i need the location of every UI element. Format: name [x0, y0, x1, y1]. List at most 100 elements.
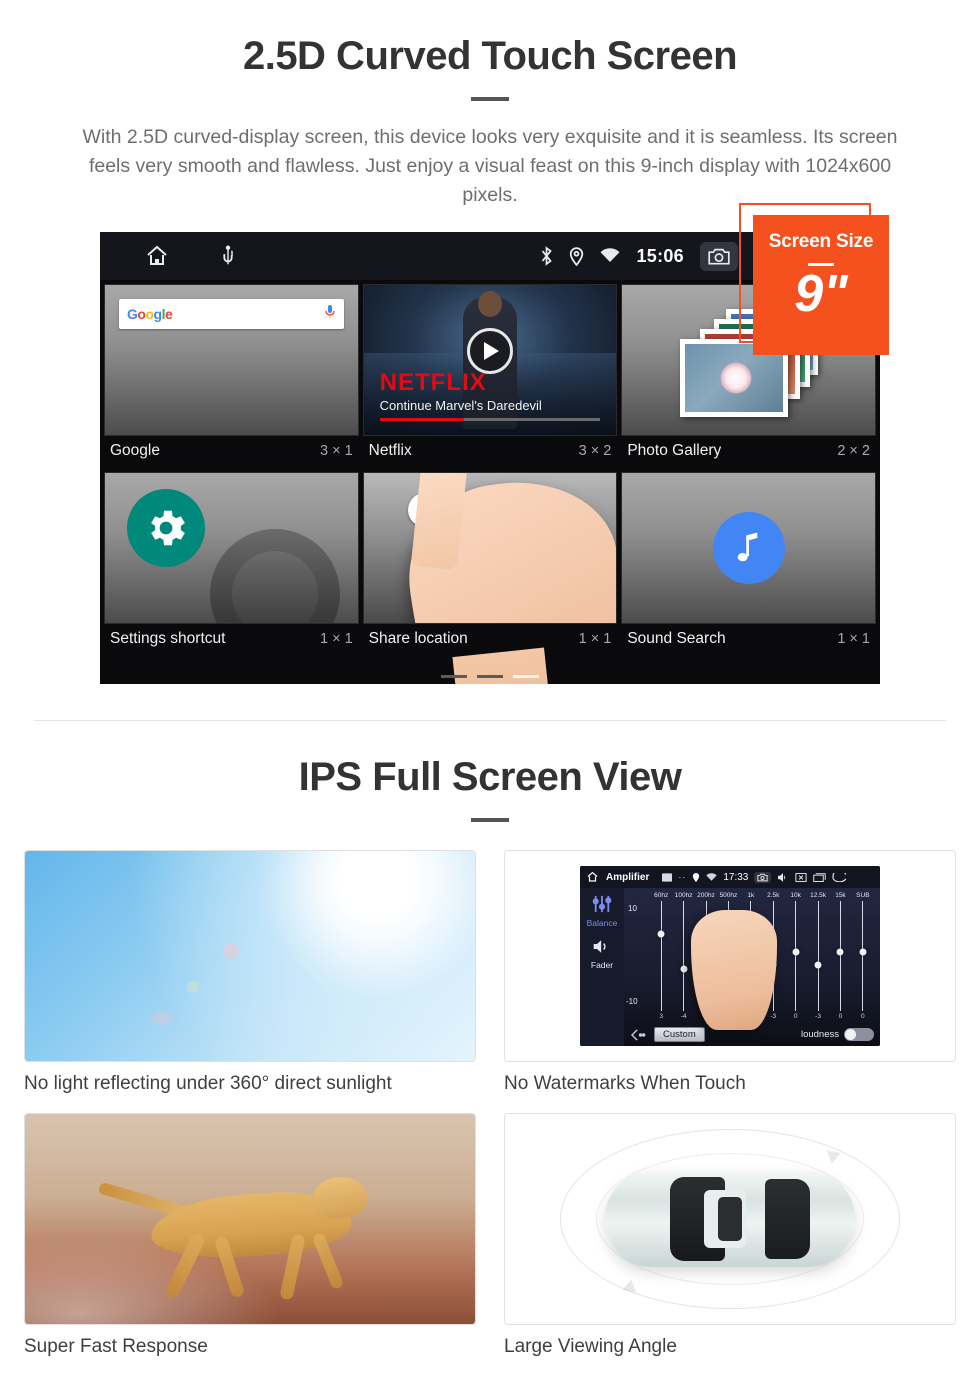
- wifi-icon: [706, 872, 718, 881]
- speaker-icon[interactable]: [592, 938, 612, 955]
- loudness-toggle[interactable]: [844, 1028, 874, 1041]
- settings-shortcut-widget[interactable]: [104, 472, 359, 624]
- card-caption: Super Fast Response: [24, 1336, 208, 1357]
- sidebar-label-fader: Fader: [590, 960, 614, 970]
- feature-card-fast-response: Super Fast Response: [24, 1113, 476, 1358]
- rear-window: [765, 1178, 810, 1260]
- band-slider-knob[interactable]: [836, 948, 844, 956]
- band-slider[interactable]: [814, 901, 822, 1011]
- ips-full-screen-view-section: IPS Full Screen View No light reflecting…: [0, 721, 980, 1358]
- band-label: 60hz: [654, 892, 669, 899]
- usb-icon: [220, 245, 236, 267]
- google-search-widget[interactable]: Google: [104, 284, 359, 436]
- gear-icon[interactable]: [127, 489, 205, 567]
- widget-name: Sound Search: [627, 630, 726, 647]
- amplifier-status-bar: Amplifier ·· 17:33: [580, 866, 880, 888]
- camera-icon[interactable]: [700, 241, 738, 271]
- widget-size: 1 × 1: [837, 631, 870, 647]
- widget-caption: Photo Gallery 2 × 2: [621, 436, 876, 468]
- widget-size: 2 × 2: [837, 443, 870, 459]
- title-underline: [471, 97, 509, 101]
- band-slider[interactable]: [680, 901, 688, 1011]
- section-two-title: IPS Full Screen View: [298, 755, 682, 799]
- share-location-widget[interactable]: G: [362, 472, 618, 624]
- band-slider[interactable]: [859, 901, 867, 1011]
- hand-illustration: [690, 910, 777, 1031]
- widget-name: Netflix: [368, 442, 412, 459]
- sunroof: [718, 1197, 742, 1241]
- image-icon: [662, 872, 673, 882]
- search-input[interactable]: Google: [119, 299, 344, 329]
- band-slider-knob[interactable]: [859, 948, 867, 956]
- status-bar-clock: 15:06: [636, 245, 684, 266]
- band-label: 12.5k: [810, 892, 826, 899]
- band-value: -4: [680, 1013, 687, 1020]
- equalizer-sliders-icon[interactable]: [591, 895, 613, 913]
- page-title: 2.5D Curved Touch Screen: [242, 34, 738, 78]
- band-label: 200hz: [697, 892, 715, 899]
- widget-caption: Settings shortcut 1 × 1: [104, 624, 359, 656]
- index-finger: [410, 473, 470, 571]
- widget-caption: Share location 1 × 1: [363, 624, 618, 656]
- music-note-icon[interactable]: [712, 512, 785, 584]
- page-dot-2[interactable]: [477, 675, 503, 678]
- band-slider-knob[interactable]: [657, 930, 665, 938]
- band-slider[interactable]: [836, 901, 844, 1011]
- equalizer-band[interactable]: SUB 0: [852, 892, 874, 1020]
- loudness-label: loudness: [800, 1029, 839, 1040]
- equalizer-band[interactable]: 10k 0: [784, 892, 806, 1020]
- page-indicator[interactable]: [441, 675, 539, 678]
- home-icon[interactable]: [586, 871, 599, 883]
- widget-size: 1 × 1: [578, 631, 612, 647]
- google-logo: Google: [127, 306, 173, 322]
- equalizer-band[interactable]: 15k 0: [829, 892, 851, 1020]
- amplifier-title: Amplifier: [606, 871, 650, 883]
- volume-icon[interactable]: [777, 872, 789, 882]
- camera-icon[interactable]: [754, 871, 772, 883]
- back-arrow-icon[interactable]: [630, 1028, 646, 1041]
- band-slider-knob[interactable]: [680, 965, 688, 973]
- sound-search-widget[interactable]: [621, 472, 876, 624]
- widget-cell-netflix[interactable]: NETFLIX Continue Marvel's Daredevil Netf…: [362, 284, 618, 468]
- band-slider[interactable]: [792, 901, 800, 1011]
- widget-cell-sound-search[interactable]: Sound Search 1 × 1: [621, 472, 876, 656]
- equalizer-band[interactable]: 12.5k -3: [807, 892, 829, 1020]
- band-slider-knob[interactable]: [814, 961, 822, 969]
- feature-card-viewing-angle: Large Viewing Angle: [504, 1113, 956, 1358]
- car-stage: [505, 1114, 955, 1324]
- widget-caption: Netflix 3 × 2: [363, 436, 618, 468]
- widget-name: Google: [110, 442, 160, 459]
- badge-value: 9": [794, 265, 848, 323]
- gear-watermark: [209, 529, 340, 623]
- preset-button[interactable]: Custom: [654, 1027, 705, 1042]
- equalizer-panel: 60hz3100hz-4200hz0500hz01k02.5k-310k012.…: [624, 888, 880, 1046]
- band-value: 0: [838, 1013, 843, 1020]
- equalizer-band[interactable]: 60hz 3: [650, 892, 672, 1020]
- band-slider[interactable]: [657, 901, 665, 1011]
- widget-cell-google[interactable]: Google Google 3 × 1: [104, 284, 359, 468]
- close-box-icon[interactable]: [795, 872, 807, 882]
- widget-cell-share-location[interactable]: G Share location 1 × 1: [362, 472, 618, 656]
- play-icon[interactable]: [466, 328, 513, 374]
- blue-sky-sunlight-image: [24, 850, 476, 1062]
- band-slider-knob[interactable]: [792, 948, 800, 956]
- home-icon[interactable]: [144, 244, 170, 268]
- card-caption: No Watermarks When Touch: [504, 1073, 746, 1094]
- page-dot-3[interactable]: [513, 675, 539, 678]
- widget-name: Photo Gallery: [627, 442, 722, 459]
- card-caption: No light reflecting under 360° direct su…: [24, 1073, 392, 1094]
- progress-bar: [379, 418, 601, 421]
- widget-cell-settings-shortcut[interactable]: Settings shortcut 1 × 1: [104, 472, 359, 656]
- netflix-artwork: NETFLIX Continue Marvel's Daredevil: [363, 285, 617, 435]
- figure-head: [477, 291, 502, 317]
- recents-icon[interactable]: [813, 872, 827, 882]
- car-body: [605, 1171, 855, 1267]
- netflix-widget[interactable]: NETFLIX Continue Marvel's Daredevil: [362, 284, 618, 436]
- car-top-view-image: [504, 1113, 956, 1325]
- widget-size: 3 × 1: [320, 443, 353, 459]
- back-icon[interactable]: [832, 872, 847, 882]
- amplifier-screen: Amplifier ·· 17:33 Balance Fader 60hz 3 …: [580, 866, 880, 1046]
- microphone-icon[interactable]: [324, 304, 336, 325]
- page-dot-1[interactable]: [441, 675, 467, 678]
- running-cheetah-image: [24, 1113, 476, 1325]
